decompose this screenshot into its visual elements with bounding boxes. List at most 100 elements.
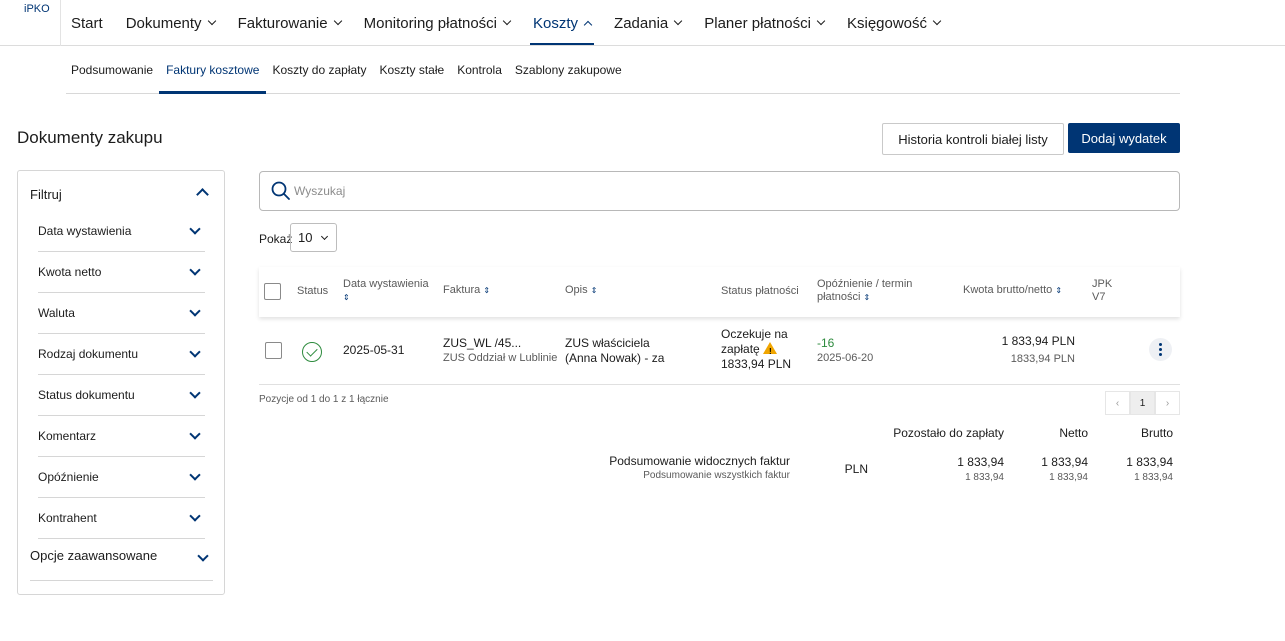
- logo-divider: [60, 0, 61, 46]
- chevron-down-icon: [189, 387, 201, 399]
- sub-navigation: Podsumowanie Faktury kosztowe Koszty do …: [66, 46, 1180, 94]
- app-logo[interactable]: iPKO: [24, 3, 50, 15]
- summary-all-net: 1 833,94: [1049, 472, 1088, 483]
- invoice-number[interactable]: ZUS_WL /45...: [443, 336, 557, 351]
- column-label: Kwota brutto/netto: [963, 284, 1053, 296]
- filter-label: Kontrahent: [38, 511, 97, 525]
- sort-icon[interactable]: ⇕: [483, 286, 490, 295]
- filter-data-wystawienia[interactable]: Data wystawienia: [38, 211, 205, 252]
- row-invoice[interactable]: ZUS_WL /45... ZUS Oddział w Lublinie: [443, 336, 557, 366]
- chevron-down-icon: [197, 550, 209, 562]
- summary-all-remaining: 1 833,94: [965, 472, 1004, 483]
- tab-koszty-stale[interactable]: Koszty stałe: [375, 46, 450, 93]
- row-checkbox[interactable]: [265, 342, 282, 359]
- page-size-select[interactable]: 10: [290, 223, 337, 252]
- description-line: (Anna Nowak) - za: [565, 351, 665, 365]
- nav-item-ksiegowosc[interactable]: Księgowość: [847, 0, 942, 46]
- filter-label: Opóźnienie: [38, 470, 99, 484]
- filter-komentarz[interactable]: Komentarz: [38, 416, 205, 457]
- nav-item-zadania[interactable]: Zadania: [614, 0, 683, 46]
- column-amount[interactable]: Kwota brutto/netto ⇕: [963, 284, 1062, 297]
- chevron-down-icon: [502, 16, 512, 26]
- delay-days: -16: [817, 336, 835, 350]
- chevron-down-icon: [189, 264, 201, 276]
- payment-status-line: zapłatę: [721, 342, 760, 356]
- summary-header-net: Netto: [1059, 426, 1088, 440]
- filter-label: Opcje zaawansowane: [30, 548, 158, 563]
- filter-kontrahent[interactable]: Kontrahent: [38, 498, 205, 539]
- nav-item-monitoring[interactable]: Monitoring płatności: [364, 0, 512, 46]
- column-invoice[interactable]: Faktura ⇕: [443, 284, 490, 297]
- tab-faktury-kosztowe[interactable]: Faktury kosztowe: [159, 46, 267, 94]
- chevron-down-icon: [189, 510, 201, 522]
- filter-status-dokumentu[interactable]: Status dokumentu: [38, 375, 205, 416]
- chevron-down-icon: [816, 16, 826, 26]
- payment-status-line: Oczekuje na: [721, 327, 788, 341]
- whitelist-history-button[interactable]: Historia kontroli białej listy: [882, 123, 1064, 155]
- nav-item-planer[interactable]: Planer płatności: [704, 0, 826, 46]
- filter-kwota-netto[interactable]: Kwota netto: [38, 252, 205, 293]
- sort-icon[interactable]: ⇕: [863, 293, 870, 302]
- column-status: Status: [297, 285, 329, 297]
- chevron-down-icon: [189, 469, 201, 481]
- summary-visible-label: Podsumowanie widocznych faktur: [609, 454, 790, 468]
- column-delay[interactable]: Opóźnienie / termin płatności ⇕: [817, 278, 927, 304]
- column-date[interactable]: Data wystawienia ⇕: [343, 278, 429, 304]
- nav-label: Planer płatności: [704, 14, 811, 32]
- nav-label: Fakturowanie: [237, 14, 328, 32]
- search-icon: [271, 181, 290, 200]
- chevron-down-icon: [207, 16, 216, 26]
- check-circle-icon: [302, 342, 322, 362]
- page-button-current[interactable]: 1: [1130, 391, 1155, 415]
- nav-item-koszty[interactable]: Koszty: [530, 0, 595, 46]
- column-description[interactable]: Opis ⇕: [565, 284, 597, 297]
- sort-icon[interactable]: ⇕: [1055, 286, 1062, 295]
- chevron-up-icon[interactable]: [196, 188, 209, 201]
- chevron-down-icon: [674, 16, 683, 26]
- row-description: ZUS właściciela (Anna Nowak) - za: [565, 336, 664, 366]
- summary-currency: PLN: [844, 462, 868, 476]
- filter-label: Waluta: [38, 306, 75, 320]
- row-payment-status: Oczekuje na zapłatę ! 1833,94 PLN: [721, 327, 791, 372]
- chevron-down-icon: [333, 16, 342, 26]
- row-delay: -16 2025-06-20: [817, 336, 873, 366]
- payment-amount: 1833,94 PLN: [721, 357, 792, 371]
- summary-visible-gross: 1 833,94: [1126, 455, 1173, 469]
- filter-rodzaj-dokumentu[interactable]: Rodzaj dokumentu: [38, 334, 205, 375]
- column-label: Opis: [565, 284, 588, 296]
- filter-title[interactable]: Filtruj: [30, 187, 62, 202]
- chevron-down-icon: [320, 232, 329, 241]
- prev-page-button[interactable]: ‹: [1105, 391, 1130, 415]
- filter-opoznienie[interactable]: Opóźnienie: [38, 457, 205, 498]
- filter-label: Rodzaj dokumentu: [38, 347, 139, 361]
- nav-item-start[interactable]: Start: [71, 0, 103, 46]
- more-actions-icon[interactable]: [1149, 338, 1172, 361]
- page-size-label: Pokaż: [259, 232, 293, 246]
- table-row[interactable]: 2025-05-31 ZUS_WL /45... ZUS Oddział w L…: [259, 318, 1180, 385]
- tab-szablony-zakupowe[interactable]: Szablony zakupowe: [510, 46, 627, 93]
- sort-icon[interactable]: ⇕: [591, 286, 598, 295]
- sort-icon[interactable]: ⇕: [343, 293, 350, 302]
- tab-podsumowanie[interactable]: Podsumowanie: [66, 46, 158, 93]
- add-expense-button[interactable]: Dodaj wydatek: [1068, 123, 1180, 153]
- contractor-name: ZUS Oddział w Lublinie: [443, 352, 558, 364]
- nav-item-dokumenty[interactable]: Dokumenty: [126, 0, 216, 46]
- filter-waluta[interactable]: Waluta: [38, 293, 205, 334]
- filter-list: Data wystawienia Kwota netto Waluta Rodz…: [38, 211, 205, 539]
- gross-amount: 1 833,94 PLN: [1001, 334, 1075, 348]
- nav-label: Start: [71, 14, 103, 32]
- tab-kontrola[interactable]: Kontrola: [452, 46, 507, 93]
- select-all-checkbox[interactable]: [264, 283, 281, 300]
- filter-label: Komentarz: [38, 429, 97, 443]
- pagination-summary: Pozycje od 1 do 1 z 1 łącznie: [259, 394, 389, 405]
- filter-advanced-options[interactable]: Opcje zaawansowane: [30, 548, 213, 581]
- search-input[interactable]: [294, 181, 1154, 201]
- tab-koszty-do-zaplaty[interactable]: Koszty do zapłaty: [267, 46, 371, 93]
- chevron-up-icon: [583, 20, 593, 29]
- summary-header-gross: Brutto: [1140, 426, 1173, 440]
- chevron-down-icon: [189, 223, 201, 235]
- nav-item-fakturowanie[interactable]: Fakturowanie: [237, 0, 342, 46]
- summary-header-remaining: Pozostało do zapłaty: [893, 426, 1004, 440]
- next-page-button[interactable]: ›: [1155, 391, 1180, 415]
- filter-label: Data wystawienia: [38, 224, 132, 238]
